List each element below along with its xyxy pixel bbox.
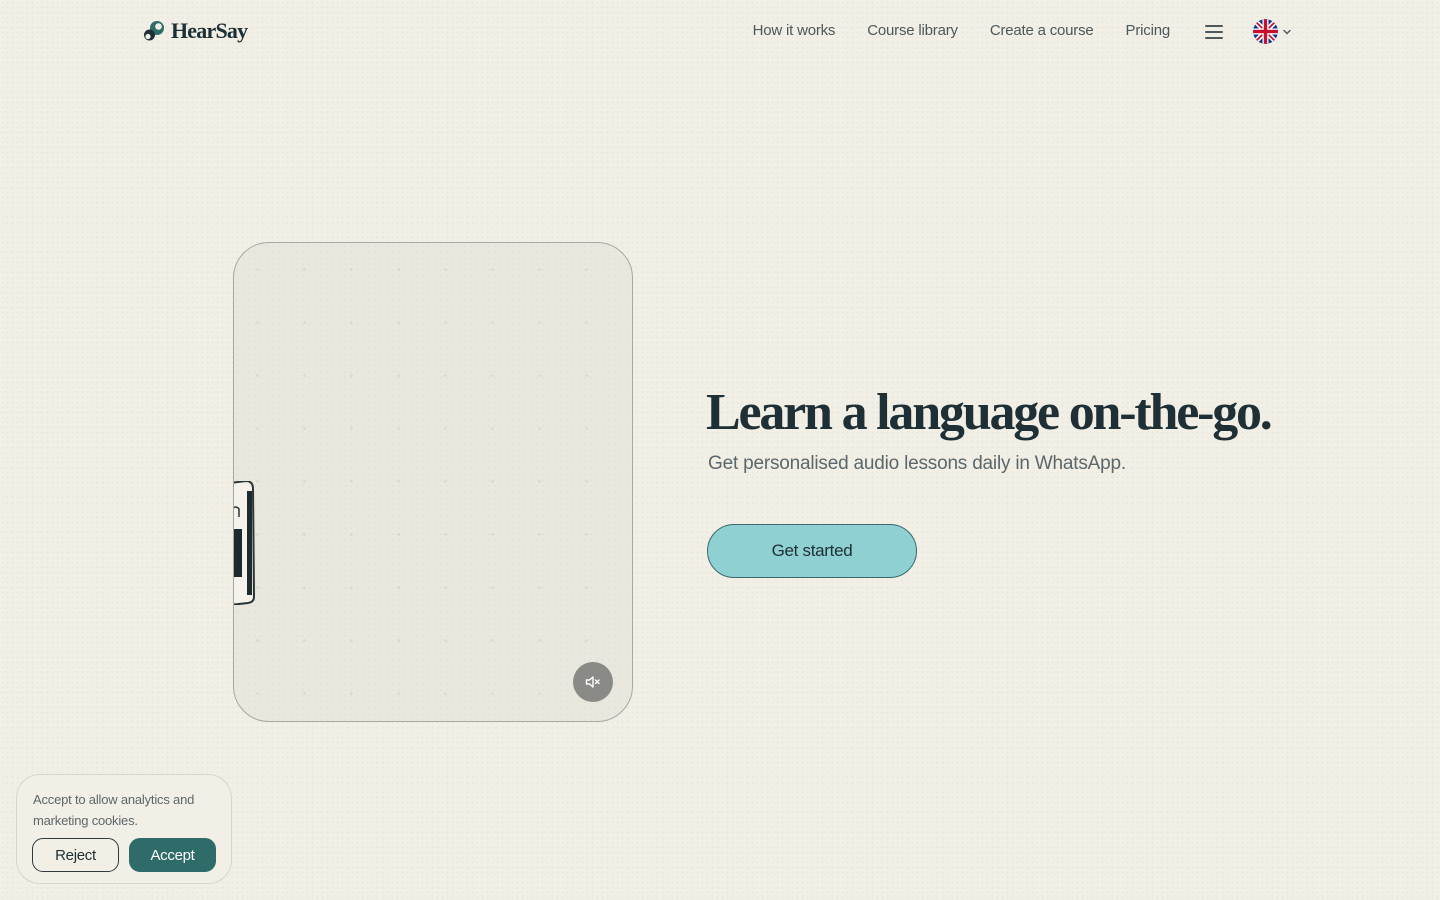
hero-title: Learn a language on-the-go. xyxy=(706,384,1273,441)
phone-illustration xyxy=(234,481,256,605)
logo-text: HearSay xyxy=(171,18,248,43)
nav-how-it-works[interactable]: How it works xyxy=(753,22,836,39)
uk-flag-icon xyxy=(1253,19,1278,44)
nav-pricing[interactable]: Pricing xyxy=(1126,22,1171,39)
site-header: HearSay How it works Course library Crea… xyxy=(0,0,1440,64)
cookie-message: Accept to allow analytics and marketing … xyxy=(33,792,195,828)
language-switcher[interactable] xyxy=(1253,19,1292,44)
reject-cookies-button[interactable]: Reject xyxy=(32,838,119,872)
hero-subtitle: Get personalised audio lessons daily in … xyxy=(708,453,1126,474)
video-player[interactable] xyxy=(233,242,633,722)
get-started-button[interactable]: Get started xyxy=(707,524,917,578)
speaker-muted-icon xyxy=(585,676,600,688)
hearsay-logo-icon xyxy=(144,21,164,41)
menu-button[interactable] xyxy=(1203,22,1225,42)
main-nav: How it works Course library Create a cou… xyxy=(753,22,1171,39)
nav-course-library[interactable]: Course library xyxy=(867,22,958,39)
logo-link[interactable]: HearSay xyxy=(143,18,248,43)
hamburger-menu-icon xyxy=(1205,25,1223,39)
mute-toggle-button[interactable] xyxy=(573,662,613,702)
chevron-down-icon xyxy=(1283,29,1291,34)
cookie-banner: Accept to allow analytics and marketing … xyxy=(16,774,232,884)
accept-cookies-button[interactable]: Accept xyxy=(129,838,216,872)
nav-create-a-course[interactable]: Create a course xyxy=(990,22,1094,39)
